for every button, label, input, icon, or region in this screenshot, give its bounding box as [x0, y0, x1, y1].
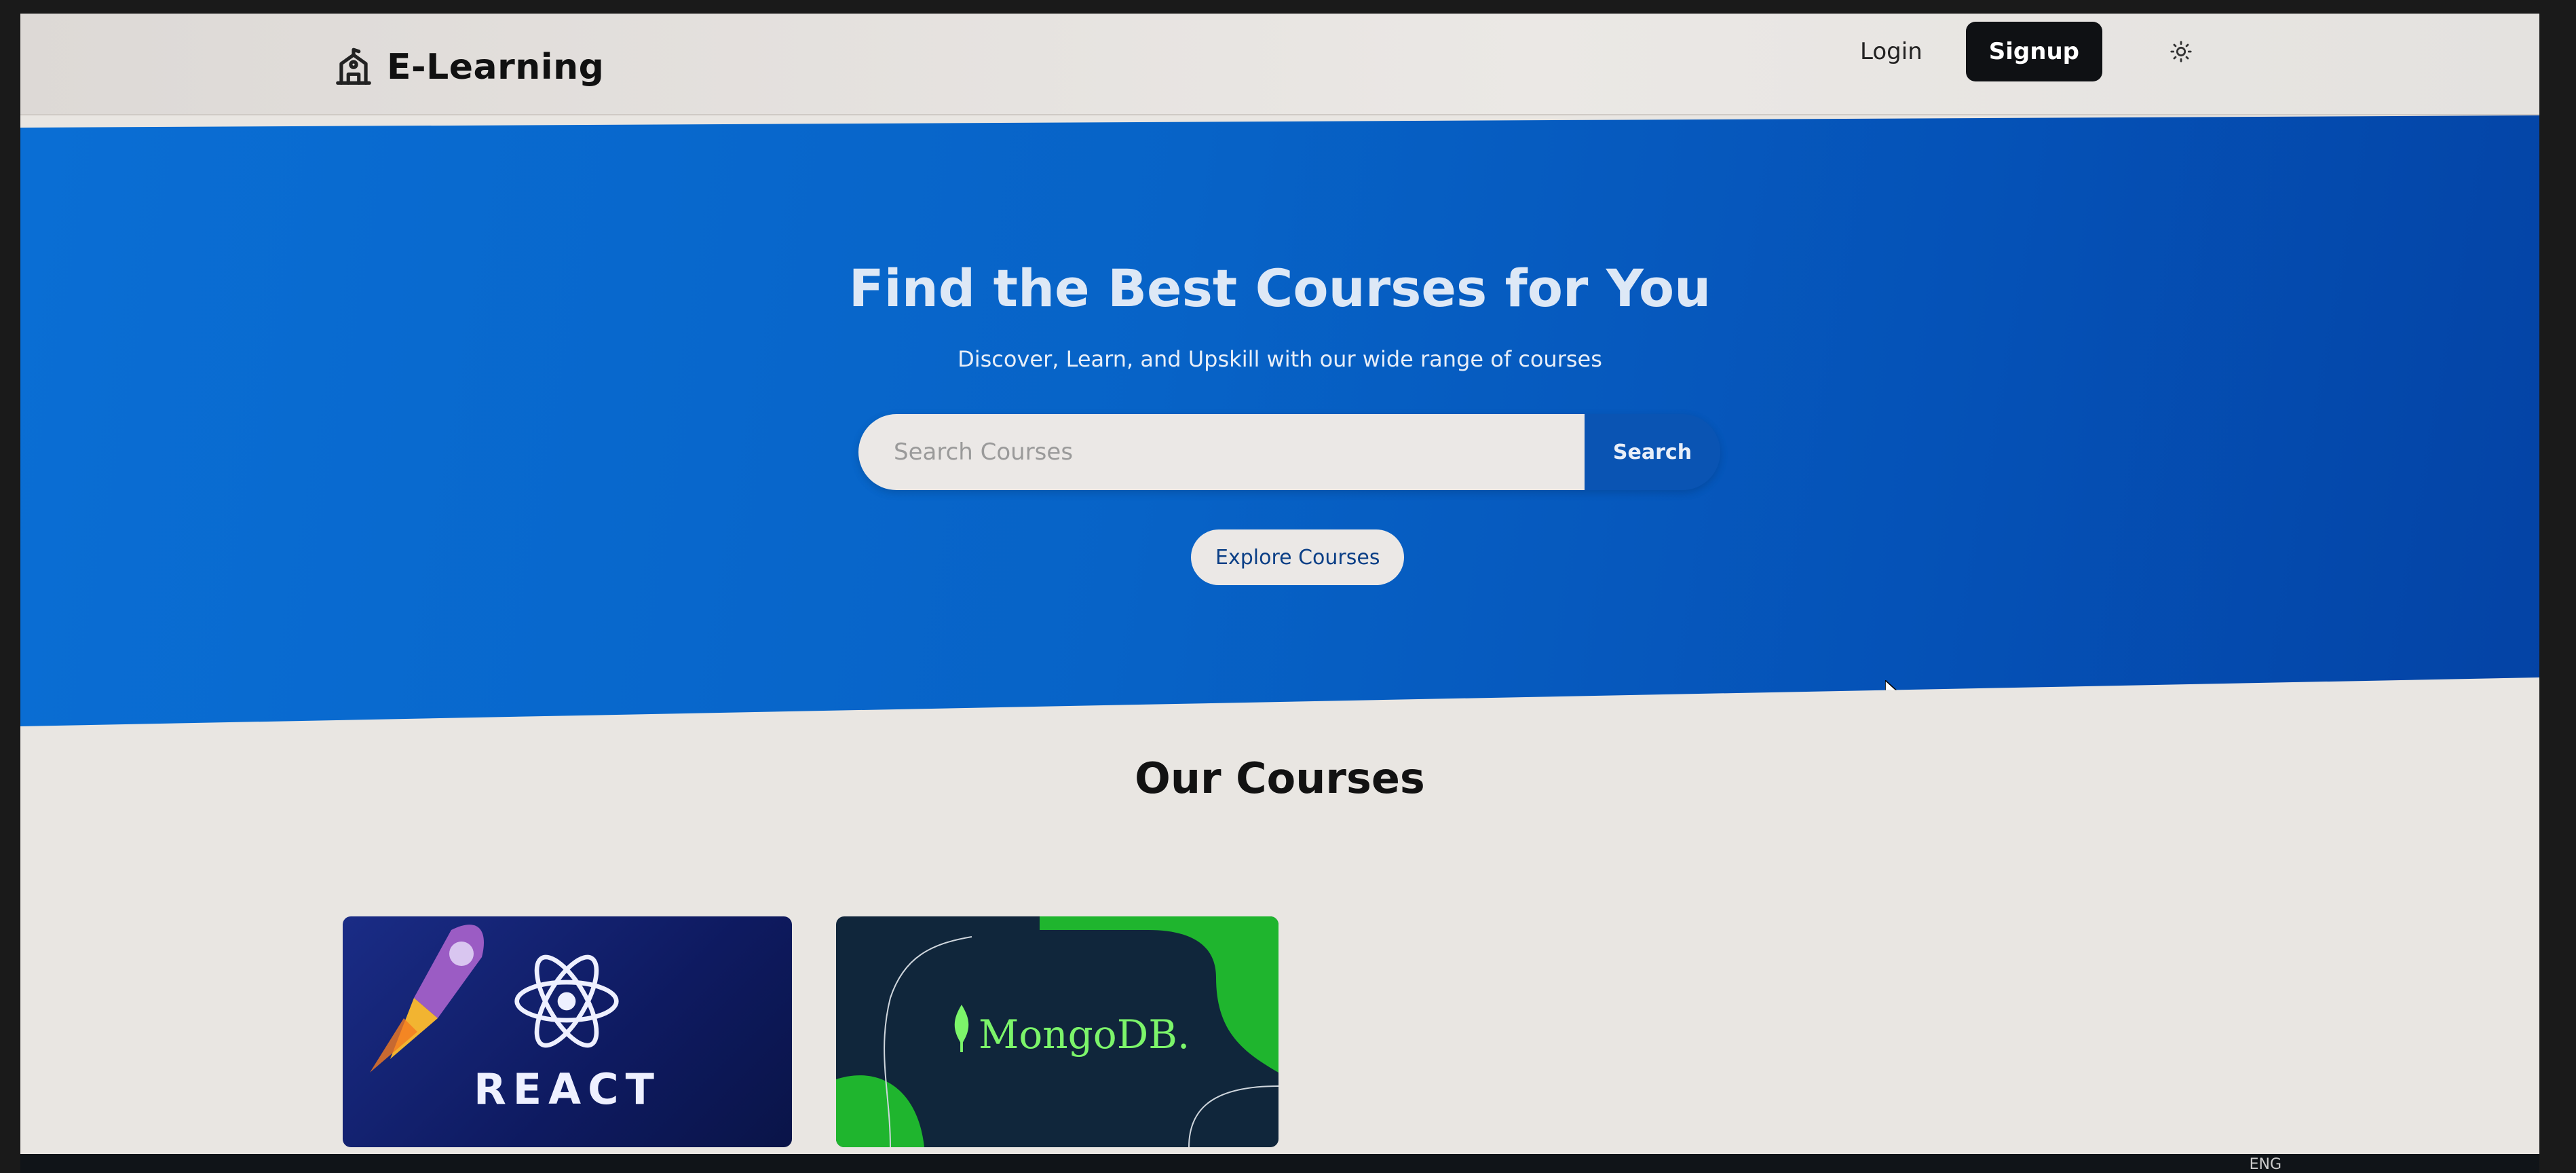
hero-section: Find the Best Courses for You Discover, … [20, 115, 2539, 726]
theme-toggle[interactable] [2162, 33, 2200, 71]
brand[interactable]: E-Learning [333, 46, 604, 88]
mongodb-leaf-icon [954, 1005, 969, 1052]
language-indicator[interactable]: ENG [2250, 1156, 2281, 1173]
course-card-mongodb[interactable]: MongoDB. [836, 916, 1278, 1147]
sun-icon [2170, 41, 2192, 62]
search-input[interactable] [858, 414, 1585, 490]
navbar: E-Learning Login Signup [20, 14, 2539, 115]
hero-subtitle: Discover, Learn, and Upskill with our wi… [958, 346, 1602, 372]
search-button[interactable]: Search [1585, 414, 1720, 490]
mouse-cursor-icon [1885, 680, 1902, 706]
signup-button[interactable]: Signup [1965, 22, 2102, 81]
courses-section-title: Our Courses [1135, 753, 1425, 803]
login-link[interactable]: Login [1852, 24, 1931, 79]
course-card-title: REACT [474, 1064, 661, 1114]
browser-viewport: E-Learning Login Signup Find the Best Co… [20, 14, 2539, 1173]
hero-title: Find the Best Courses for You [848, 258, 1711, 318]
course-card-title: MongoDB. [979, 1011, 1190, 1058]
nav-actions: Login Signup [1852, 22, 2200, 81]
course-card-react[interactable]: REACT [343, 916, 792, 1147]
os-taskbar: ENG [20, 1154, 2539, 1173]
react-logo-icon [514, 954, 619, 1048]
school-icon [336, 48, 371, 85]
brand-name: E-Learning [387, 47, 605, 88]
explore-courses-button[interactable]: Explore Courses [1191, 529, 1405, 585]
search-bar: Search [858, 414, 1720, 490]
